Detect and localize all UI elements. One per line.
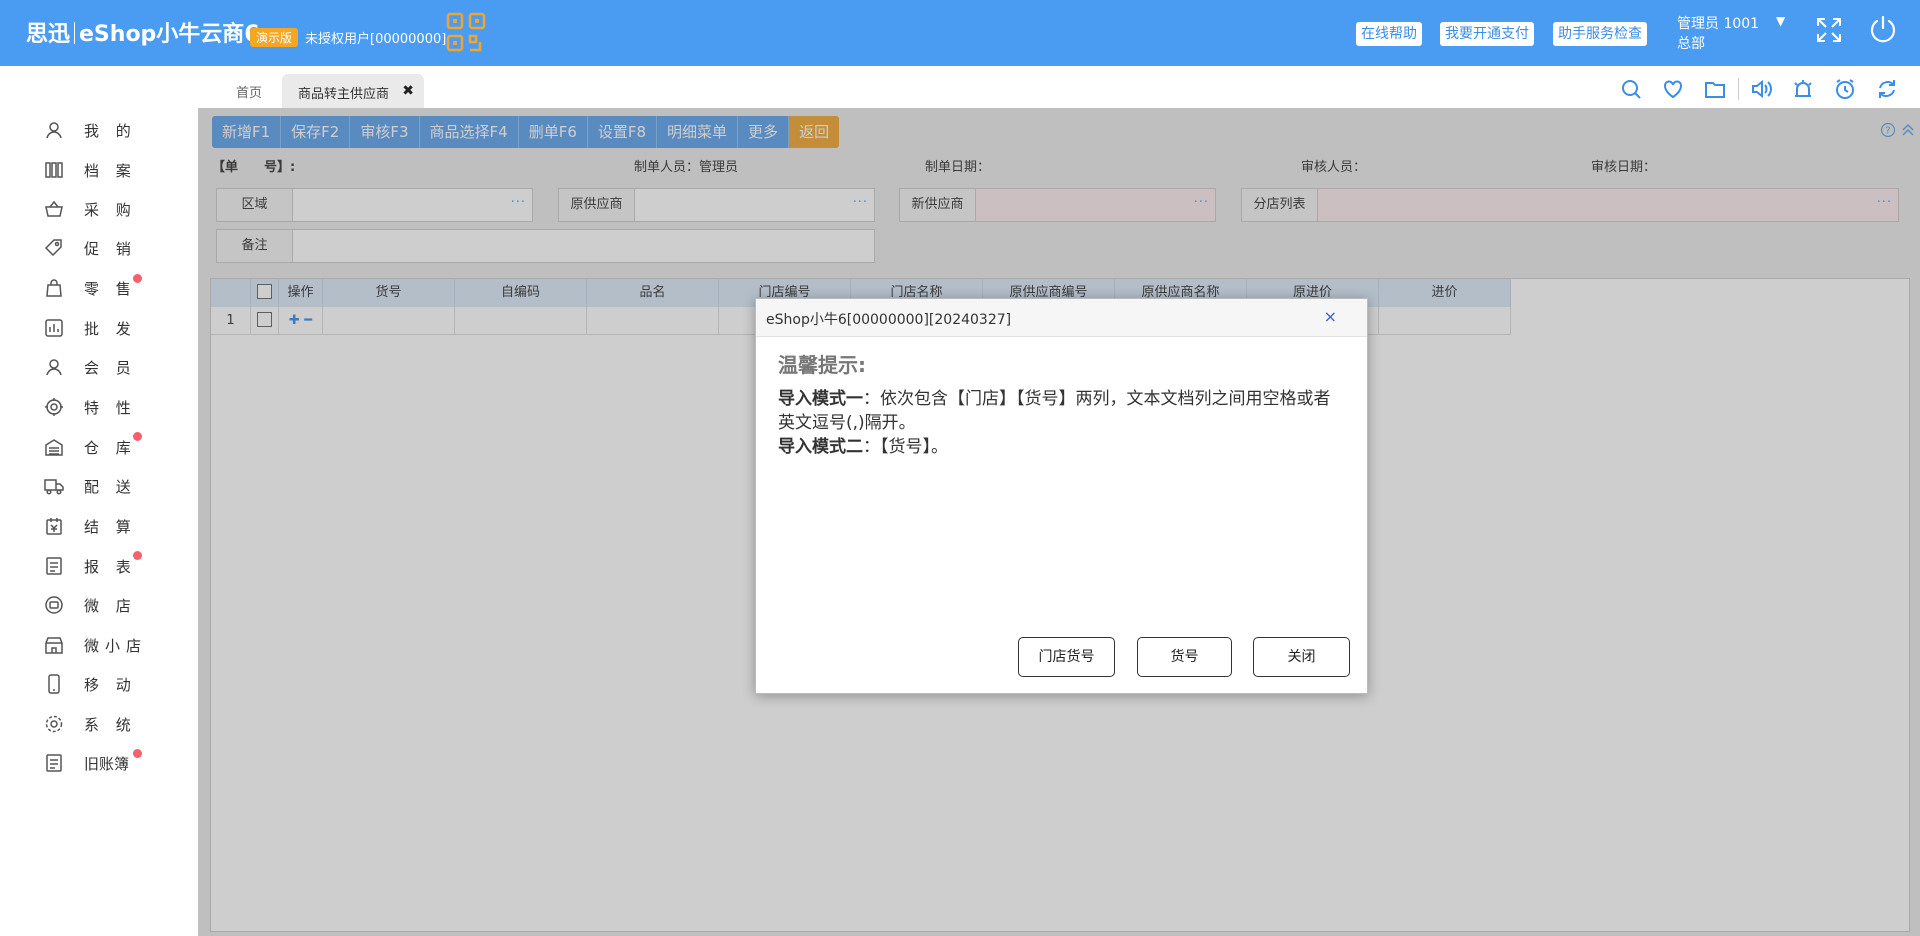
sidebar-item-label: 采 购 bbox=[84, 200, 137, 219]
sidebar-item-label: 促 销 bbox=[84, 239, 137, 258]
power-icon[interactable] bbox=[1868, 14, 1898, 44]
warehouse-icon bbox=[45, 439, 63, 456]
brand-product: eShop小牛云商6 bbox=[79, 22, 260, 47]
sidebar-item-label: 旧账簿 bbox=[84, 754, 130, 773]
sidebar-item-label: 微小店 bbox=[84, 636, 148, 655]
dialog-title: eShop小牛6[00000000][20240327] bbox=[766, 312, 1012, 328]
dialog-heading: 温馨提示: bbox=[778, 353, 866, 377]
microshop-icon bbox=[45, 596, 63, 614]
sidebar-item-label: 结 算 bbox=[84, 517, 137, 536]
sidebar-item-label: 档 案 bbox=[84, 161, 137, 180]
dialog-close-button[interactable]: 关闭 bbox=[1253, 637, 1350, 677]
sidebar-item-label: 零 售 bbox=[84, 279, 137, 298]
truck-icon bbox=[44, 479, 64, 495]
sidebar-item-label: 配 送 bbox=[84, 477, 137, 496]
sidebar-item-mine[interactable]: 我 的 bbox=[44, 115, 164, 145]
top-bar: 思迅 eShop小牛云商6 演示版 未授权用户[00000000] 在线帮助 我要… bbox=[0, 0, 1920, 66]
sidebar-item-settlement[interactable]: 结 算 bbox=[44, 511, 164, 541]
open-payment-button[interactable]: 我要开通支付 bbox=[1440, 22, 1534, 46]
mode-two-desc: ：【货号】。 bbox=[863, 437, 948, 457]
sidebar-item-purchase[interactable]: 采 购 bbox=[44, 194, 164, 224]
dialog-header: eShop小牛6[00000000][20240327] × bbox=[756, 299, 1367, 337]
logo: 思迅 eShop小牛云商6 bbox=[26, 16, 260, 48]
unauthorized-user: 未授权用户[00000000] bbox=[305, 32, 447, 47]
sidebar-item-old-ledger[interactable]: 旧账簿 bbox=[44, 748, 164, 778]
search-icon[interactable] bbox=[1620, 78, 1642, 100]
qr-code-icon[interactable] bbox=[446, 12, 486, 52]
sidebar-item-wholesale[interactable]: 批 发 bbox=[44, 313, 164, 343]
store-code-button[interactable]: 门店货号 bbox=[1018, 637, 1115, 677]
user-name: 管理员 1001 bbox=[1677, 16, 1760, 32]
member-icon bbox=[46, 359, 62, 376]
ledger-icon bbox=[46, 754, 62, 772]
service-check-button[interactable]: 助手服务检查 bbox=[1553, 22, 1647, 46]
mode-two-label: 导入模式二 bbox=[778, 437, 863, 457]
user-branch: 总部 bbox=[1677, 36, 1705, 52]
sidebar-item-label: 批 发 bbox=[84, 319, 137, 338]
feature-icon bbox=[45, 398, 63, 416]
wholesale-icon bbox=[45, 319, 63, 337]
close-icon[interactable]: ✖ bbox=[402, 83, 414, 99]
sidebar-item-warehouse[interactable]: 仓 库 bbox=[44, 432, 164, 462]
toolbar-divider bbox=[1738, 78, 1739, 100]
sidebar-item-label: 报 表 bbox=[84, 557, 137, 576]
sidebar-item-label: 系 统 bbox=[84, 715, 137, 734]
alarm-bell-icon[interactable] bbox=[1792, 78, 1814, 100]
sidebar-item-label: 我 的 bbox=[84, 121, 137, 140]
tab-label: 商品转主供应商 bbox=[298, 87, 390, 102]
archive-icon bbox=[45, 162, 63, 178]
retail-notification-dot bbox=[133, 274, 142, 283]
tag-icon bbox=[44, 239, 62, 257]
tab-supplier-transfer[interactable]: 商品转主供应商 ✖ bbox=[282, 74, 424, 108]
sidebar-item-label: 移 动 bbox=[84, 675, 137, 694]
demo-badge: 演示版 bbox=[250, 28, 299, 47]
bag-icon bbox=[46, 279, 62, 297]
sidebar: 我 的 档 案 采 购 促 销 零 售 批 发 会 员 特 性 仓 库 配 送 … bbox=[0, 66, 198, 936]
warehouse-notification-dot bbox=[133, 432, 142, 441]
sidebar-item-retail[interactable]: 零 售 bbox=[44, 273, 164, 303]
sidebar-item-mobile[interactable]: 移 动 bbox=[44, 669, 164, 699]
sidebar-item-label: 会 员 bbox=[84, 358, 137, 377]
brand-cn: 思迅 bbox=[26, 22, 71, 47]
sidebar-item-microshop[interactable]: 微 店 bbox=[44, 590, 164, 620]
import-mode-one-text: 导入模式一：依次包含【门店】【货号】两列，文本文档列之间用空格或者英文逗号(,)… bbox=[778, 387, 1338, 435]
sidebar-item-report[interactable]: 报 表 bbox=[44, 551, 164, 581]
tab-home[interactable]: 首页 bbox=[236, 82, 262, 101]
user-icon bbox=[46, 122, 62, 139]
settlement-icon bbox=[46, 518, 62, 535]
sidebar-item-label: 特 性 bbox=[84, 398, 137, 417]
basket-icon bbox=[45, 200, 63, 217]
mode-one-label: 导入模式一 bbox=[778, 389, 863, 409]
sidebar-item-system[interactable]: 系 统 bbox=[44, 709, 164, 739]
refresh-icon[interactable] bbox=[1876, 78, 1898, 100]
ledger-notification-dot bbox=[133, 749, 142, 758]
import-tip-dialog: eShop小牛6[00000000][20240327] × 温馨提示: 导入模… bbox=[755, 298, 1368, 694]
product-code-button[interactable]: 货号 bbox=[1137, 637, 1232, 677]
report-icon bbox=[46, 557, 62, 575]
sidebar-item-promotion[interactable]: 促 销 bbox=[44, 233, 164, 263]
sidebar-item-mini-store[interactable]: 微小店 bbox=[44, 630, 164, 660]
close-icon[interactable]: × bbox=[1324, 307, 1337, 326]
sidebar-item-delivery[interactable]: 配 送 bbox=[44, 471, 164, 501]
sidebar-item-label: 微 店 bbox=[84, 596, 137, 615]
clock-icon[interactable] bbox=[1834, 78, 1856, 100]
import-mode-two-text: 导入模式二：【货号】。 bbox=[778, 435, 1338, 459]
sidebar-item-feature[interactable]: 特 性 bbox=[44, 392, 164, 422]
mobile-icon bbox=[48, 674, 60, 694]
tab-bar: 首页 商品转主供应商 ✖ bbox=[198, 66, 1920, 108]
folder-icon[interactable] bbox=[1704, 78, 1726, 100]
online-help-button[interactable]: 在线帮助 bbox=[1356, 22, 1422, 46]
sidebar-item-member[interactable]: 会 员 bbox=[44, 352, 164, 382]
speaker-icon[interactable] bbox=[1750, 78, 1772, 100]
sidebar-item-archive[interactable]: 档 案 bbox=[44, 155, 164, 185]
report-notification-dot bbox=[133, 551, 142, 560]
gear-icon bbox=[45, 715, 63, 733]
store-icon bbox=[45, 637, 63, 654]
user-menu[interactable]: 管理员 1001 总部 bbox=[1677, 14, 1759, 54]
chevron-down-icon[interactable]: ▼ bbox=[1776, 14, 1785, 28]
fullscreen-icon[interactable] bbox=[1816, 17, 1842, 43]
sidebar-item-label: 仓 库 bbox=[84, 438, 137, 457]
heart-icon[interactable] bbox=[1662, 78, 1684, 100]
